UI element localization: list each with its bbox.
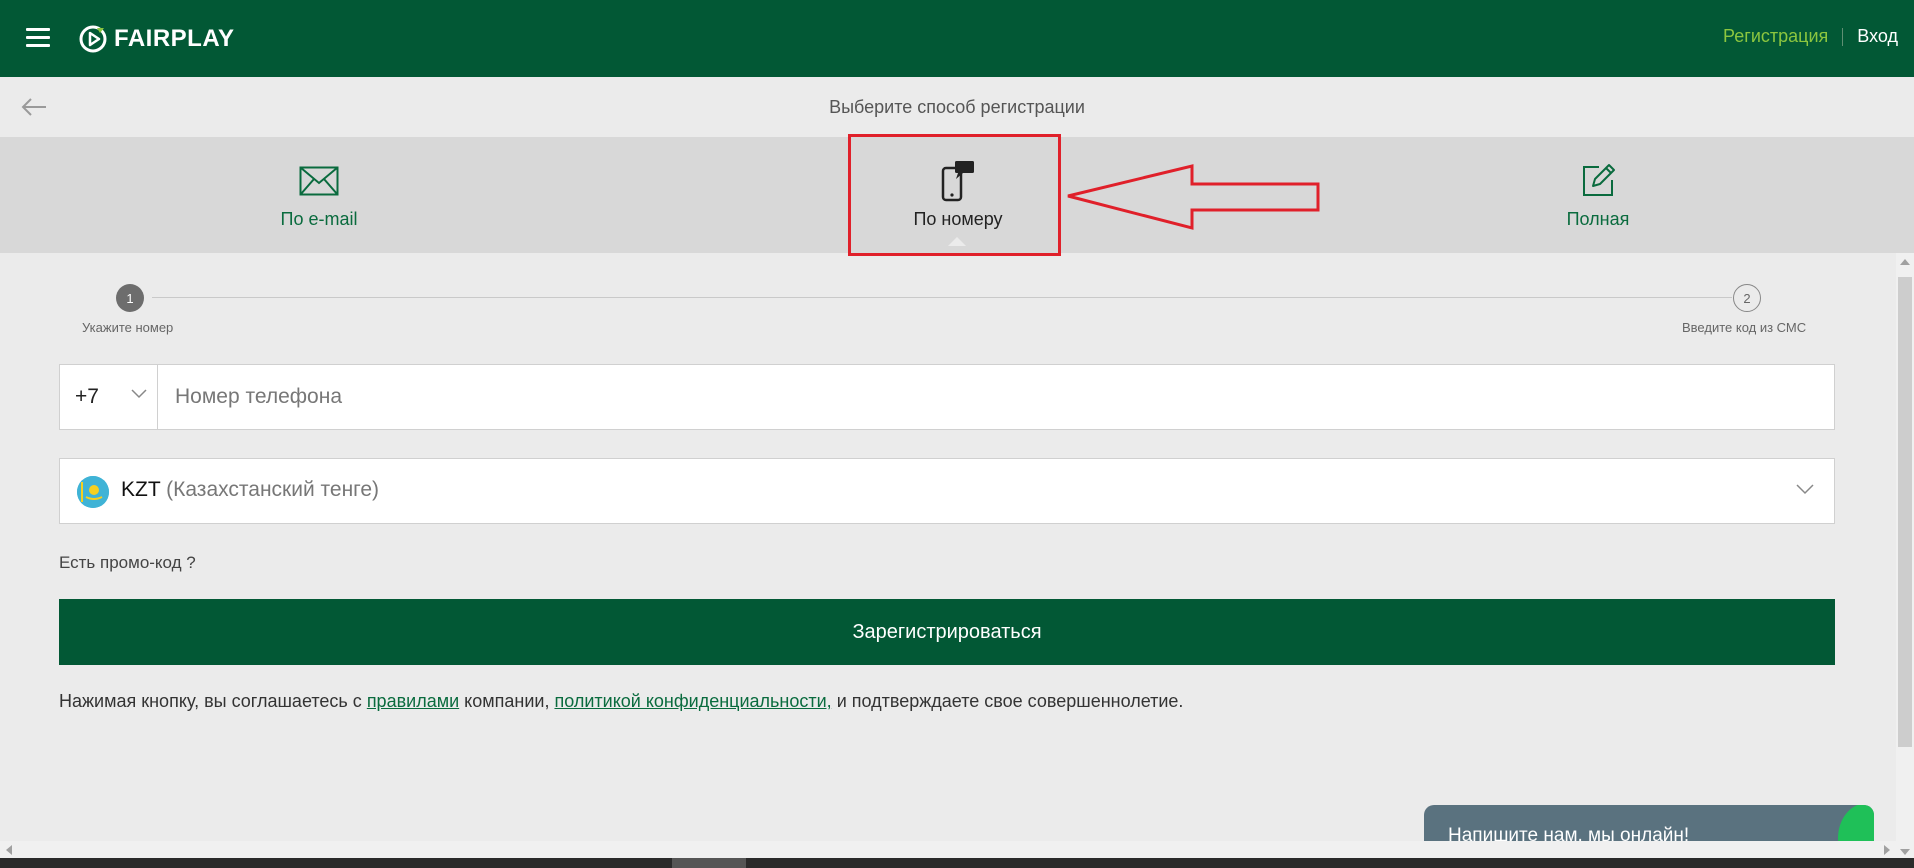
annotation-arrow-icon <box>1067 164 1320 230</box>
currency-name: (Казахстанский тенге) <box>166 478 380 501</box>
top-navbar: FAIRPLAY Регистрация Вход <box>0 0 1914 77</box>
register-link[interactable]: Регистрация <box>1723 26 1828 47</box>
chevron-down-icon <box>131 389 147 399</box>
auth-links: Регистрация Вход <box>1723 26 1898 47</box>
subheader: Выберите способ регистрации <box>0 77 1914 137</box>
taskbar-segment <box>672 858 746 868</box>
scrollbar-thumb[interactable] <box>1898 277 1912 747</box>
currency-code: KZT <box>121 478 161 501</box>
agreement-prefix: Нажимая кнопку, вы соглашаетесь с <box>59 691 362 711</box>
tab-email[interactable]: По e-mail <box>189 137 449 253</box>
envelope-icon <box>299 166 339 196</box>
tab-email-label: По e-mail <box>280 209 358 229</box>
scroll-left-icon[interactable] <box>6 845 12 855</box>
privacy-policy-link[interactable]: политикой конфиденциальности, <box>554 691 831 711</box>
country-code-value: +7 <box>75 385 99 408</box>
brand-name: FAIRPLAY <box>114 25 235 52</box>
chevron-down-icon <box>1796 484 1814 495</box>
phone-field: +7 <box>59 364 1835 430</box>
step-1-label: Укажите номер <box>82 320 174 335</box>
agreement-middle: компании, <box>464 691 550 711</box>
phone-number-input[interactable] <box>159 365 1829 429</box>
stepper-line <box>152 297 1732 298</box>
country-code-select[interactable]: +7 <box>60 365 158 429</box>
agreement-text: Нажимая кнопку, вы соглашаетесь с правил… <box>59 691 1183 712</box>
scroll-down-icon[interactable] <box>1900 849 1910 855</box>
step-1-indicator: 1 <box>116 284 144 312</box>
login-link[interactable]: Вход <box>1857 26 1898 47</box>
menu-icon[interactable] <box>26 28 50 48</box>
tab-full[interactable]: Полная <box>1468 137 1728 253</box>
horizontal-scrollbar[interactable] <box>0 841 1896 858</box>
registration-stepper: 1 Укажите номер 2 Введите код из СМС <box>0 282 1914 342</box>
scroll-up-icon[interactable] <box>1900 259 1910 265</box>
play-logo-icon <box>79 25 107 53</box>
register-button[interactable]: Зарегистрироваться <box>59 599 1835 665</box>
rules-link[interactable]: правилами <box>367 691 459 711</box>
tab-full-label: Полная <box>1566 209 1630 229</box>
auth-divider <box>1842 27 1844 46</box>
agreement-suffix: и подтверждаете свое совершеннолетие. <box>836 691 1184 711</box>
currency-display: KZT (Казахстанский тенге) <box>121 478 379 502</box>
brand-logo[interactable]: FAIRPLAY <box>78 24 234 54</box>
page-title: Выберите способ регистрации <box>829 97 1085 117</box>
step-2-label: Введите код из СМС <box>1682 320 1807 335</box>
kazakhstan-flag-icon <box>77 476 109 508</box>
annotation-highlight-box <box>848 134 1061 256</box>
scroll-right-icon[interactable] <box>1884 845 1890 855</box>
promo-code-toggle[interactable]: Есть промо-код ? <box>59 553 196 573</box>
currency-select[interactable]: KZT (Казахстанский тенге) <box>59 458 1835 524</box>
taskbar-strip <box>0 858 1914 868</box>
vertical-scrollbar[interactable] <box>1896 253 1914 868</box>
step-2-indicator: 2 <box>1733 284 1761 312</box>
edit-icon <box>1583 164 1615 196</box>
